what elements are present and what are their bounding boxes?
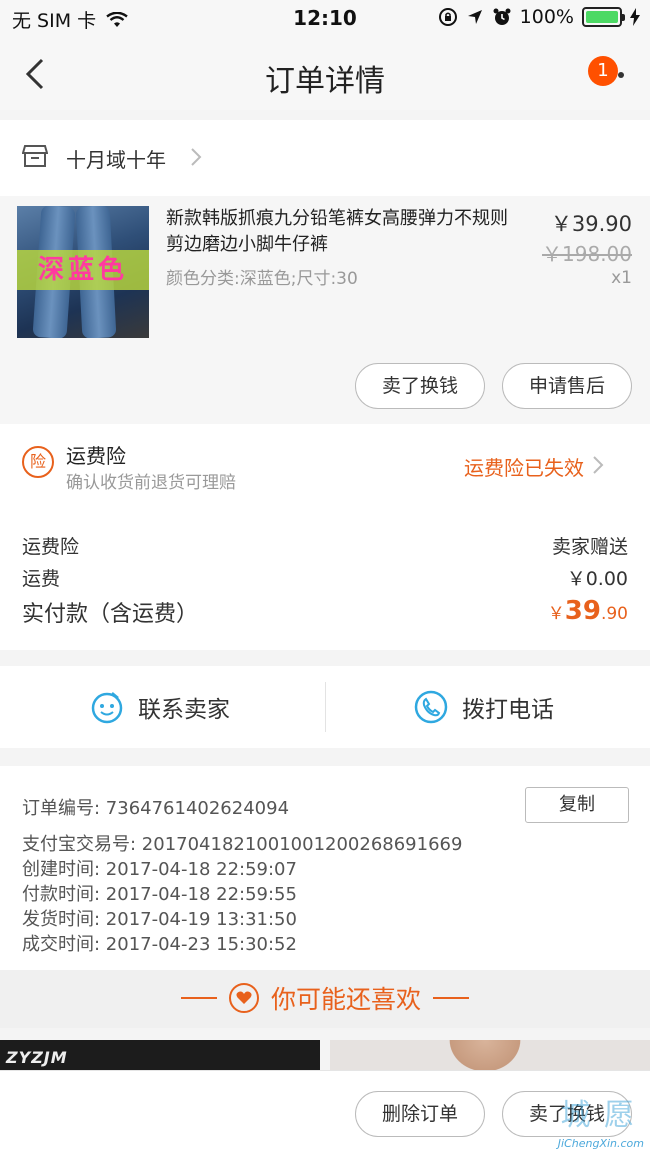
total-decimal: .90 bbox=[600, 604, 628, 624]
recommend-title: 你可能还喜欢 bbox=[270, 985, 421, 1014]
order-info: 订单编号: 7364761402624094 复制 支付宝交易号: 201704… bbox=[0, 766, 650, 970]
watermark-logo: 城 愿 bbox=[560, 1098, 636, 1133]
alipay-trade-number: 支付宝交易号: 2017041821001001200268691669 bbox=[22, 834, 463, 855]
total-currency: ￥ bbox=[547, 604, 565, 624]
brand-logo: ZYZJM bbox=[6, 1048, 68, 1067]
call-phone-label: 拨打电话 bbox=[462, 697, 554, 723]
decor-line bbox=[180, 997, 217, 999]
product-quantity: x1 bbox=[611, 268, 632, 288]
notification-badge: 1 bbox=[588, 56, 618, 86]
product-original-price: ￥198.00 bbox=[542, 242, 632, 266]
battery-icon bbox=[582, 7, 625, 27]
insurance-status: 运费险已失效 bbox=[464, 456, 584, 480]
shop-name: 十月域十年 bbox=[66, 148, 166, 172]
divider bbox=[325, 682, 326, 732]
paid-time: 付款时间: 2017-04-18 22:59:55 bbox=[22, 884, 297, 905]
insurance-title: 运费险 bbox=[66, 444, 126, 468]
chevron-right-icon bbox=[191, 148, 202, 166]
shop-row[interactable]: 十月域十年 bbox=[0, 120, 650, 196]
call-phone-button[interactable]: 拨打电话 bbox=[414, 666, 554, 748]
fee-row-insurance: 运费险 卖家赠送 bbox=[22, 532, 628, 559]
created-time: 创建时间: 2017-04-18 22:59:07 bbox=[22, 859, 297, 880]
shipped-time: 发货时间: 2017-04-19 13:31:50 bbox=[22, 909, 297, 930]
phone-icon bbox=[414, 690, 448, 724]
product-price: ￥39.90 bbox=[550, 212, 632, 236]
fee-summary: 运费险 卖家赠送 运费 ￥0.00 实付款（含运费） ￥39.90 bbox=[0, 506, 650, 650]
more-dot-icon bbox=[618, 72, 624, 78]
fee-value: 卖家赠送 bbox=[551, 536, 628, 558]
fee-row-shipping: 运费 ￥0.00 bbox=[22, 564, 628, 591]
insurance-icon: 险 bbox=[22, 446, 54, 478]
fee-label: 运费 bbox=[22, 568, 61, 590]
contact-bar: 联系卖家 拨打电话 bbox=[0, 666, 650, 748]
product-image[interactable]: 深蓝色 bbox=[17, 206, 149, 338]
bottom-action-bar: 删除订单 卖了换钱 城 愿 JiChengXin.com bbox=[0, 1070, 650, 1156]
decor-line bbox=[433, 997, 469, 999]
status-right: 100% bbox=[438, 6, 640, 28]
chat-face-icon bbox=[91, 692, 123, 724]
heart-icon bbox=[228, 983, 259, 1013]
nav-bar: 订单详情 1 bbox=[0, 38, 650, 110]
product-image-tag: 深蓝色 bbox=[17, 250, 149, 290]
insurance-subtitle: 确认收货前退货可理赔 bbox=[66, 473, 236, 493]
fee-label: 运费险 bbox=[22, 536, 80, 558]
shipping-insurance-row[interactable]: 险 运费险 确认收货前退货可理赔 运费险已失效 bbox=[0, 424, 650, 506]
after-sale-button[interactable]: 申请售后 bbox=[502, 363, 632, 409]
sell-button[interactable]: 卖了换钱 bbox=[355, 363, 485, 409]
contact-seller-label: 联系卖家 bbox=[138, 697, 230, 723]
closed-time: 成交时间: 2017-04-23 15:30:52 bbox=[22, 934, 297, 955]
battery-percent: 100% bbox=[519, 6, 574, 28]
chevron-right-icon bbox=[593, 456, 604, 474]
watermark: 城 愿 JiChengXin.com bbox=[526, 1090, 646, 1150]
status-bar: 无 SIM 卡 12:10 100% bbox=[0, 0, 650, 38]
product-title: 新款韩版抓痕九分铅笔裤女高腰弹力不规则剪边磨边小脚牛仔裤 bbox=[166, 208, 508, 255]
copy-button[interactable]: 复制 bbox=[525, 787, 629, 823]
watermark-site: JiChengXin.com bbox=[557, 1137, 644, 1150]
alarm-icon bbox=[493, 8, 511, 25]
charging-icon bbox=[630, 8, 640, 26]
order-number: 订单编号: 7364761402624094 bbox=[22, 798, 290, 819]
shop-icon bbox=[22, 145, 48, 167]
rotation-lock-icon bbox=[438, 8, 457, 26]
total-label: 实付款（含运费） bbox=[22, 602, 199, 627]
more-button[interactable]: 1 bbox=[588, 56, 630, 90]
recommend-header: 你可能还喜欢 bbox=[0, 970, 650, 1028]
product-spec: 颜色分类:深蓝色;尺寸:30 bbox=[166, 269, 358, 289]
total-integer: 39 bbox=[564, 596, 601, 626]
total-amount: ￥39.90 bbox=[548, 596, 628, 626]
location-icon bbox=[467, 10, 482, 24]
delete-order-button[interactable]: 删除订单 bbox=[355, 1091, 485, 1137]
page-title: 订单详情 bbox=[265, 64, 385, 99]
fee-value: ￥0.00 bbox=[566, 568, 628, 590]
fee-row-total: 实付款（含运费） ￥39.90 bbox=[22, 596, 628, 628]
product-card[interactable]: 深蓝色 新款韩版抓痕九分铅笔裤女高腰弹力不规则剪边磨边小脚牛仔裤 颜色分类:深蓝… bbox=[0, 196, 650, 424]
contact-seller-button[interactable]: 联系卖家 bbox=[90, 666, 230, 748]
